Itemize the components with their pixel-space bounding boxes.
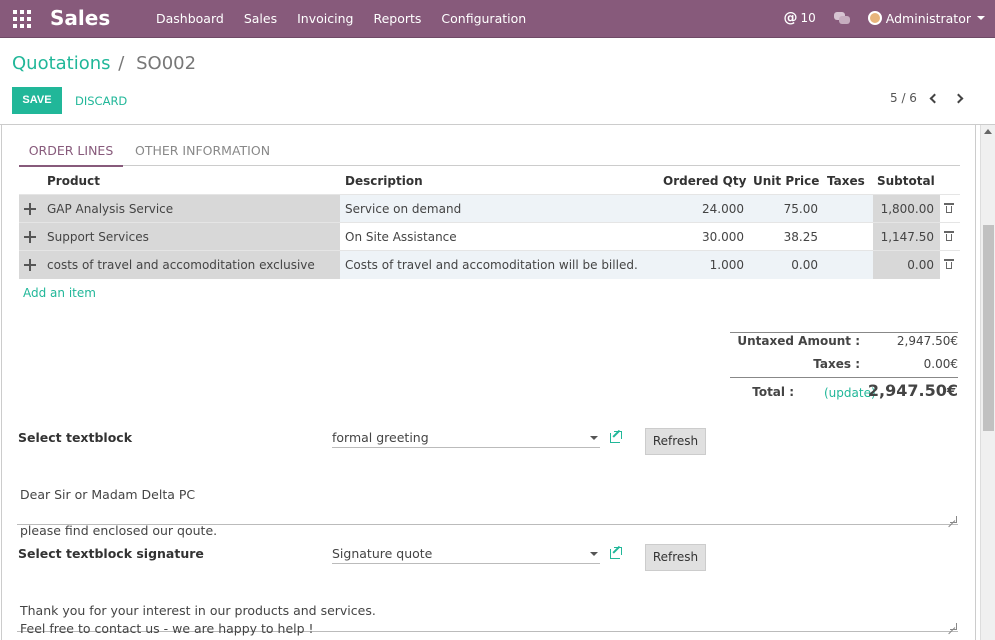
row-product[interactable]: costs of travel and accomoditation exclu… [47, 258, 315, 272]
app-brand[interactable]: Sales [50, 6, 110, 30]
row-price[interactable]: 0.00 [791, 258, 818, 272]
textblock-select-value: formal greeting [332, 430, 429, 445]
drag-handle-icon[interactable] [24, 259, 36, 271]
resize-handle-icon[interactable] [950, 623, 957, 630]
message-count[interactable]: 10 [801, 11, 816, 25]
chevron-down-icon[interactable] [590, 552, 598, 556]
table-row[interactable]: GAP Analysis Service Service on demand 2… [19, 194, 960, 223]
pager-value[interactable]: 5 / 6 [890, 91, 917, 105]
col-ordered-qty[interactable]: Ordered Qty [663, 174, 746, 188]
col-taxes[interactable]: Taxes [827, 174, 865, 188]
tab-other-information[interactable]: OTHER INFORMATION [135, 143, 270, 158]
pager-next-icon[interactable] [953, 93, 965, 105]
discard-button[interactable]: DISCARD [75, 94, 127, 108]
textblock-textarea[interactable]: Dear Sir or Madam Delta PC please find e… [17, 468, 958, 538]
select-signature-label: Select textblock signature [18, 546, 204, 561]
select-textblock-label: Select textblock [18, 430, 133, 445]
user-avatar[interactable] [867, 11, 882, 25]
scroll-up-arrow-icon[interactable] [984, 129, 992, 134]
row-description[interactable]: Service on demand [345, 202, 461, 216]
signature-select-value: Signature quote [332, 546, 433, 561]
menu-dashboard[interactable]: Dashboard [156, 11, 224, 26]
breadcrumb-current: SO002 [136, 53, 197, 74]
main-menu: Dashboard Sales Invoicing Reports Config… [156, 11, 546, 26]
menu-invoicing[interactable]: Invoicing [297, 11, 353, 26]
top-navbar: Sales Dashboard Sales Invoicing Reports … [0, 0, 995, 38]
totals-divider [730, 377, 958, 378]
notebook-tabs: ORDER LINES OTHER INFORMATION [19, 141, 960, 167]
total-label: Total : [752, 385, 794, 399]
menu-sales[interactable]: Sales [244, 11, 277, 26]
table-row[interactable]: Support Services On Site Assistance 30.0… [19, 222, 960, 251]
textblock-text: Dear Sir or Madam Delta PC please find e… [20, 487, 218, 538]
breadcrumb-quotations[interactable]: Quotations [12, 53, 111, 74]
trash-icon[interactable] [944, 259, 954, 269]
breadcrumb-separator: / [118, 53, 125, 74]
signature-text: Thank you for your interest in our produ… [20, 603, 376, 636]
save-button[interactable]: SAVE [12, 87, 62, 114]
drag-handle-icon[interactable] [24, 203, 36, 215]
row-qty[interactable]: 24.000 [702, 202, 744, 216]
chevron-down-icon[interactable] [590, 436, 598, 440]
row-product[interactable]: GAP Analysis Service [47, 202, 173, 216]
external-link-icon[interactable] [610, 545, 623, 560]
user-menu[interactable]: Administrator [886, 11, 971, 26]
apps-grid-icon[interactable] [13, 10, 31, 28]
totals-divider [730, 332, 958, 333]
add-item-link[interactable]: Add an item [23, 286, 96, 300]
chevron-down-icon[interactable] [977, 16, 985, 20]
textblock-select[interactable]: formal greeting [332, 428, 600, 448]
row-qty[interactable]: 30.000 [702, 230, 744, 244]
row-description[interactable]: On Site Assistance [345, 230, 457, 244]
resize-handle-icon[interactable] [950, 516, 957, 523]
table-header: Product Description Ordered Qty Unit Pri… [19, 167, 960, 194]
row-description[interactable]: Costs of travel and accomoditation will … [345, 258, 638, 272]
scroll-thumb[interactable] [983, 225, 994, 431]
taxes-label: Taxes : [813, 357, 860, 371]
signature-textarea[interactable]: Thank you for your interest in our produ… [17, 584, 958, 636]
menu-configuration[interactable]: Configuration [441, 11, 526, 26]
order-lines-table: Product Description Ordered Qty Unit Pri… [19, 167, 960, 279]
refresh-button[interactable]: Refresh [645, 428, 706, 455]
untaxed-amount-value: 2,947.50€ [896, 334, 958, 348]
col-unit-price[interactable]: Unit Price [753, 174, 819, 188]
row-qty[interactable]: 1.000 [710, 258, 744, 272]
chat-icon[interactable] [833, 12, 850, 24]
drag-handle-icon[interactable] [24, 231, 36, 243]
row-subtotal: 0.00 [907, 258, 934, 272]
trash-icon[interactable] [944, 203, 954, 213]
total-value: 2,947.50€ [867, 381, 958, 400]
row-subtotal: 1,147.50 [880, 230, 934, 244]
pager-previous-icon[interactable] [928, 93, 940, 105]
row-price[interactable]: 75.00 [784, 202, 818, 216]
vertical-scrollbar[interactable] [980, 125, 995, 640]
col-product[interactable]: Product [47, 174, 100, 188]
external-link-icon[interactable] [610, 429, 623, 444]
taxes-value: 0.00€ [923, 357, 958, 371]
row-price[interactable]: 38.25 [784, 230, 818, 244]
col-subtotal[interactable]: Subtotal [877, 174, 935, 188]
tab-order-lines[interactable]: ORDER LINES [19, 143, 123, 167]
untaxed-amount-label: Untaxed Amount : [737, 334, 860, 348]
breadcrumb: Quotations / SO002 [12, 53, 196, 74]
refresh-button[interactable]: Refresh [645, 544, 706, 571]
table-row[interactable]: costs of travel and accomoditation exclu… [19, 250, 960, 279]
menu-reports[interactable]: Reports [373, 11, 421, 26]
col-description[interactable]: Description [345, 174, 423, 188]
mention-icon[interactable]: @ [784, 10, 798, 26]
trash-icon[interactable] [944, 231, 954, 241]
signature-select[interactable]: Signature quote [332, 544, 600, 564]
row-product[interactable]: Support Services [47, 230, 149, 244]
row-subtotal: 1,800.00 [880, 202, 934, 216]
navbar-right: @ 10 Administrator [784, 10, 985, 26]
